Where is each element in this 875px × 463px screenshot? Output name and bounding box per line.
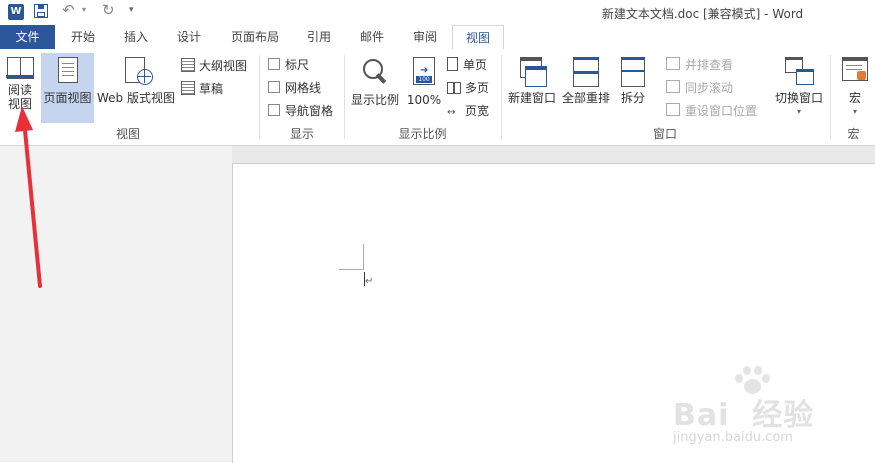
annotation-arrow [15, 106, 42, 288]
